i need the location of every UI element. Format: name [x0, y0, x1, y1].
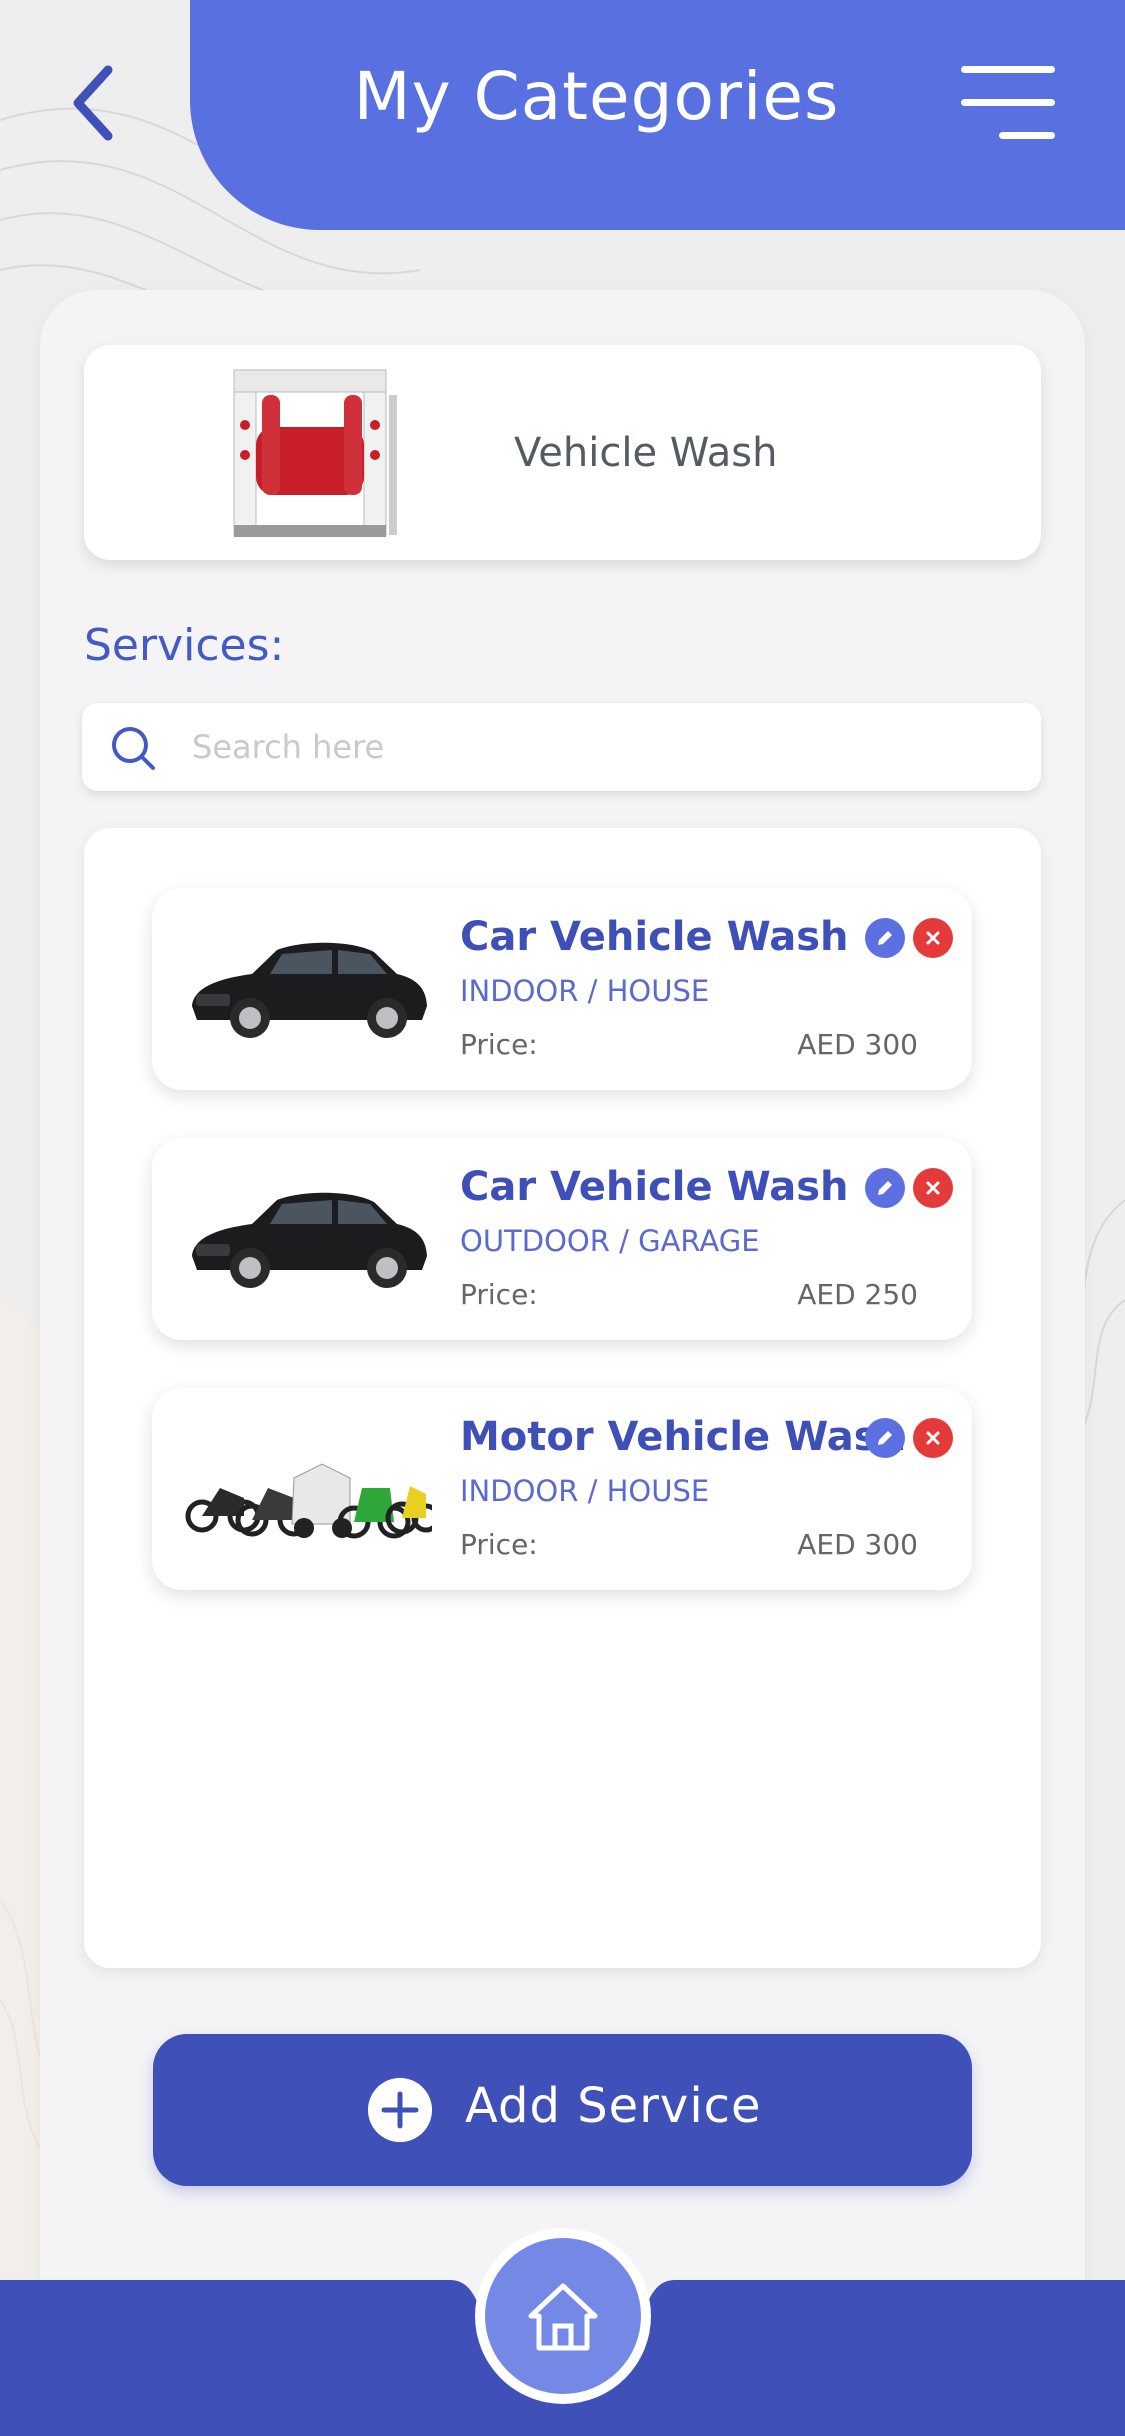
price-label: Price: — [460, 1528, 538, 1561]
service-price: AED 250 — [797, 1278, 918, 1311]
pencil-icon — [878, 1181, 892, 1195]
delete-button[interactable] — [913, 1168, 953, 1208]
nav-home[interactable] — [475, 2228, 651, 2404]
car-wash-machine-image — [233, 369, 397, 537]
edit-button[interactable] — [865, 918, 905, 958]
service-name: Car Vehicle Wash — [460, 914, 849, 960]
add-service-label: Add Service — [465, 2078, 762, 2134]
service-price: AED 300 — [797, 1528, 918, 1561]
service-name: Car Vehicle Wash — [460, 1164, 849, 1210]
close-icon — [926, 1431, 940, 1445]
edit-button[interactable] — [865, 1418, 905, 1458]
pencil-icon — [878, 1431, 892, 1445]
pencil-icon — [878, 931, 892, 945]
service-card[interactable]: Motor Vehicle Wash INDOOR / HOUSE Price:… — [152, 1388, 972, 1590]
edit-button[interactable] — [865, 1168, 905, 1208]
price-label: Price: — [460, 1278, 538, 1311]
close-icon — [926, 1181, 940, 1195]
service-price: AED 300 — [797, 1028, 918, 1061]
add-service-button[interactable]: Add Service — [153, 2034, 972, 2186]
plus-circle-icon — [368, 2078, 432, 2142]
service-type: OUTDOOR / GARAGE — [460, 1224, 760, 1258]
motorcycles-group-image — [185, 1463, 432, 1539]
back-button[interactable] — [60, 58, 130, 148]
page-title: My Categories — [353, 58, 840, 135]
services-list: Car Vehicle Wash INDOOR / HOUSE Price: A… — [84, 828, 1041, 1968]
home-icon — [528, 2283, 598, 2351]
service-type: INDOOR / HOUSE — [460, 1474, 710, 1508]
category-card[interactable]: Vehicle Wash — [84, 345, 1041, 560]
services-heading: Services: — [84, 620, 285, 671]
search-input[interactable] — [192, 703, 1012, 791]
delete-button[interactable] — [913, 1418, 953, 1458]
black-sedan-car-image — [192, 942, 427, 1038]
delete-button[interactable] — [913, 918, 953, 958]
service-card[interactable]: Car Vehicle Wash INDOOR / HOUSE Price: A… — [152, 888, 972, 1090]
menu-icon — [961, 66, 1055, 73]
price-label: Price: — [460, 1028, 538, 1061]
category-name: Vehicle Wash — [514, 430, 778, 476]
black-sedan-car-image — [192, 1192, 427, 1288]
search-box — [82, 703, 1041, 791]
close-icon — [926, 931, 940, 945]
service-type: INDOOR / HOUSE — [460, 974, 710, 1008]
chevron-left-icon — [73, 65, 113, 141]
service-name: Motor Vehicle Wash — [460, 1414, 907, 1460]
search-icon — [112, 727, 155, 770]
menu-button[interactable] — [961, 66, 1055, 140]
service-card[interactable]: Car Vehicle Wash OUTDOOR / GARAGE Price:… — [152, 1138, 972, 1340]
